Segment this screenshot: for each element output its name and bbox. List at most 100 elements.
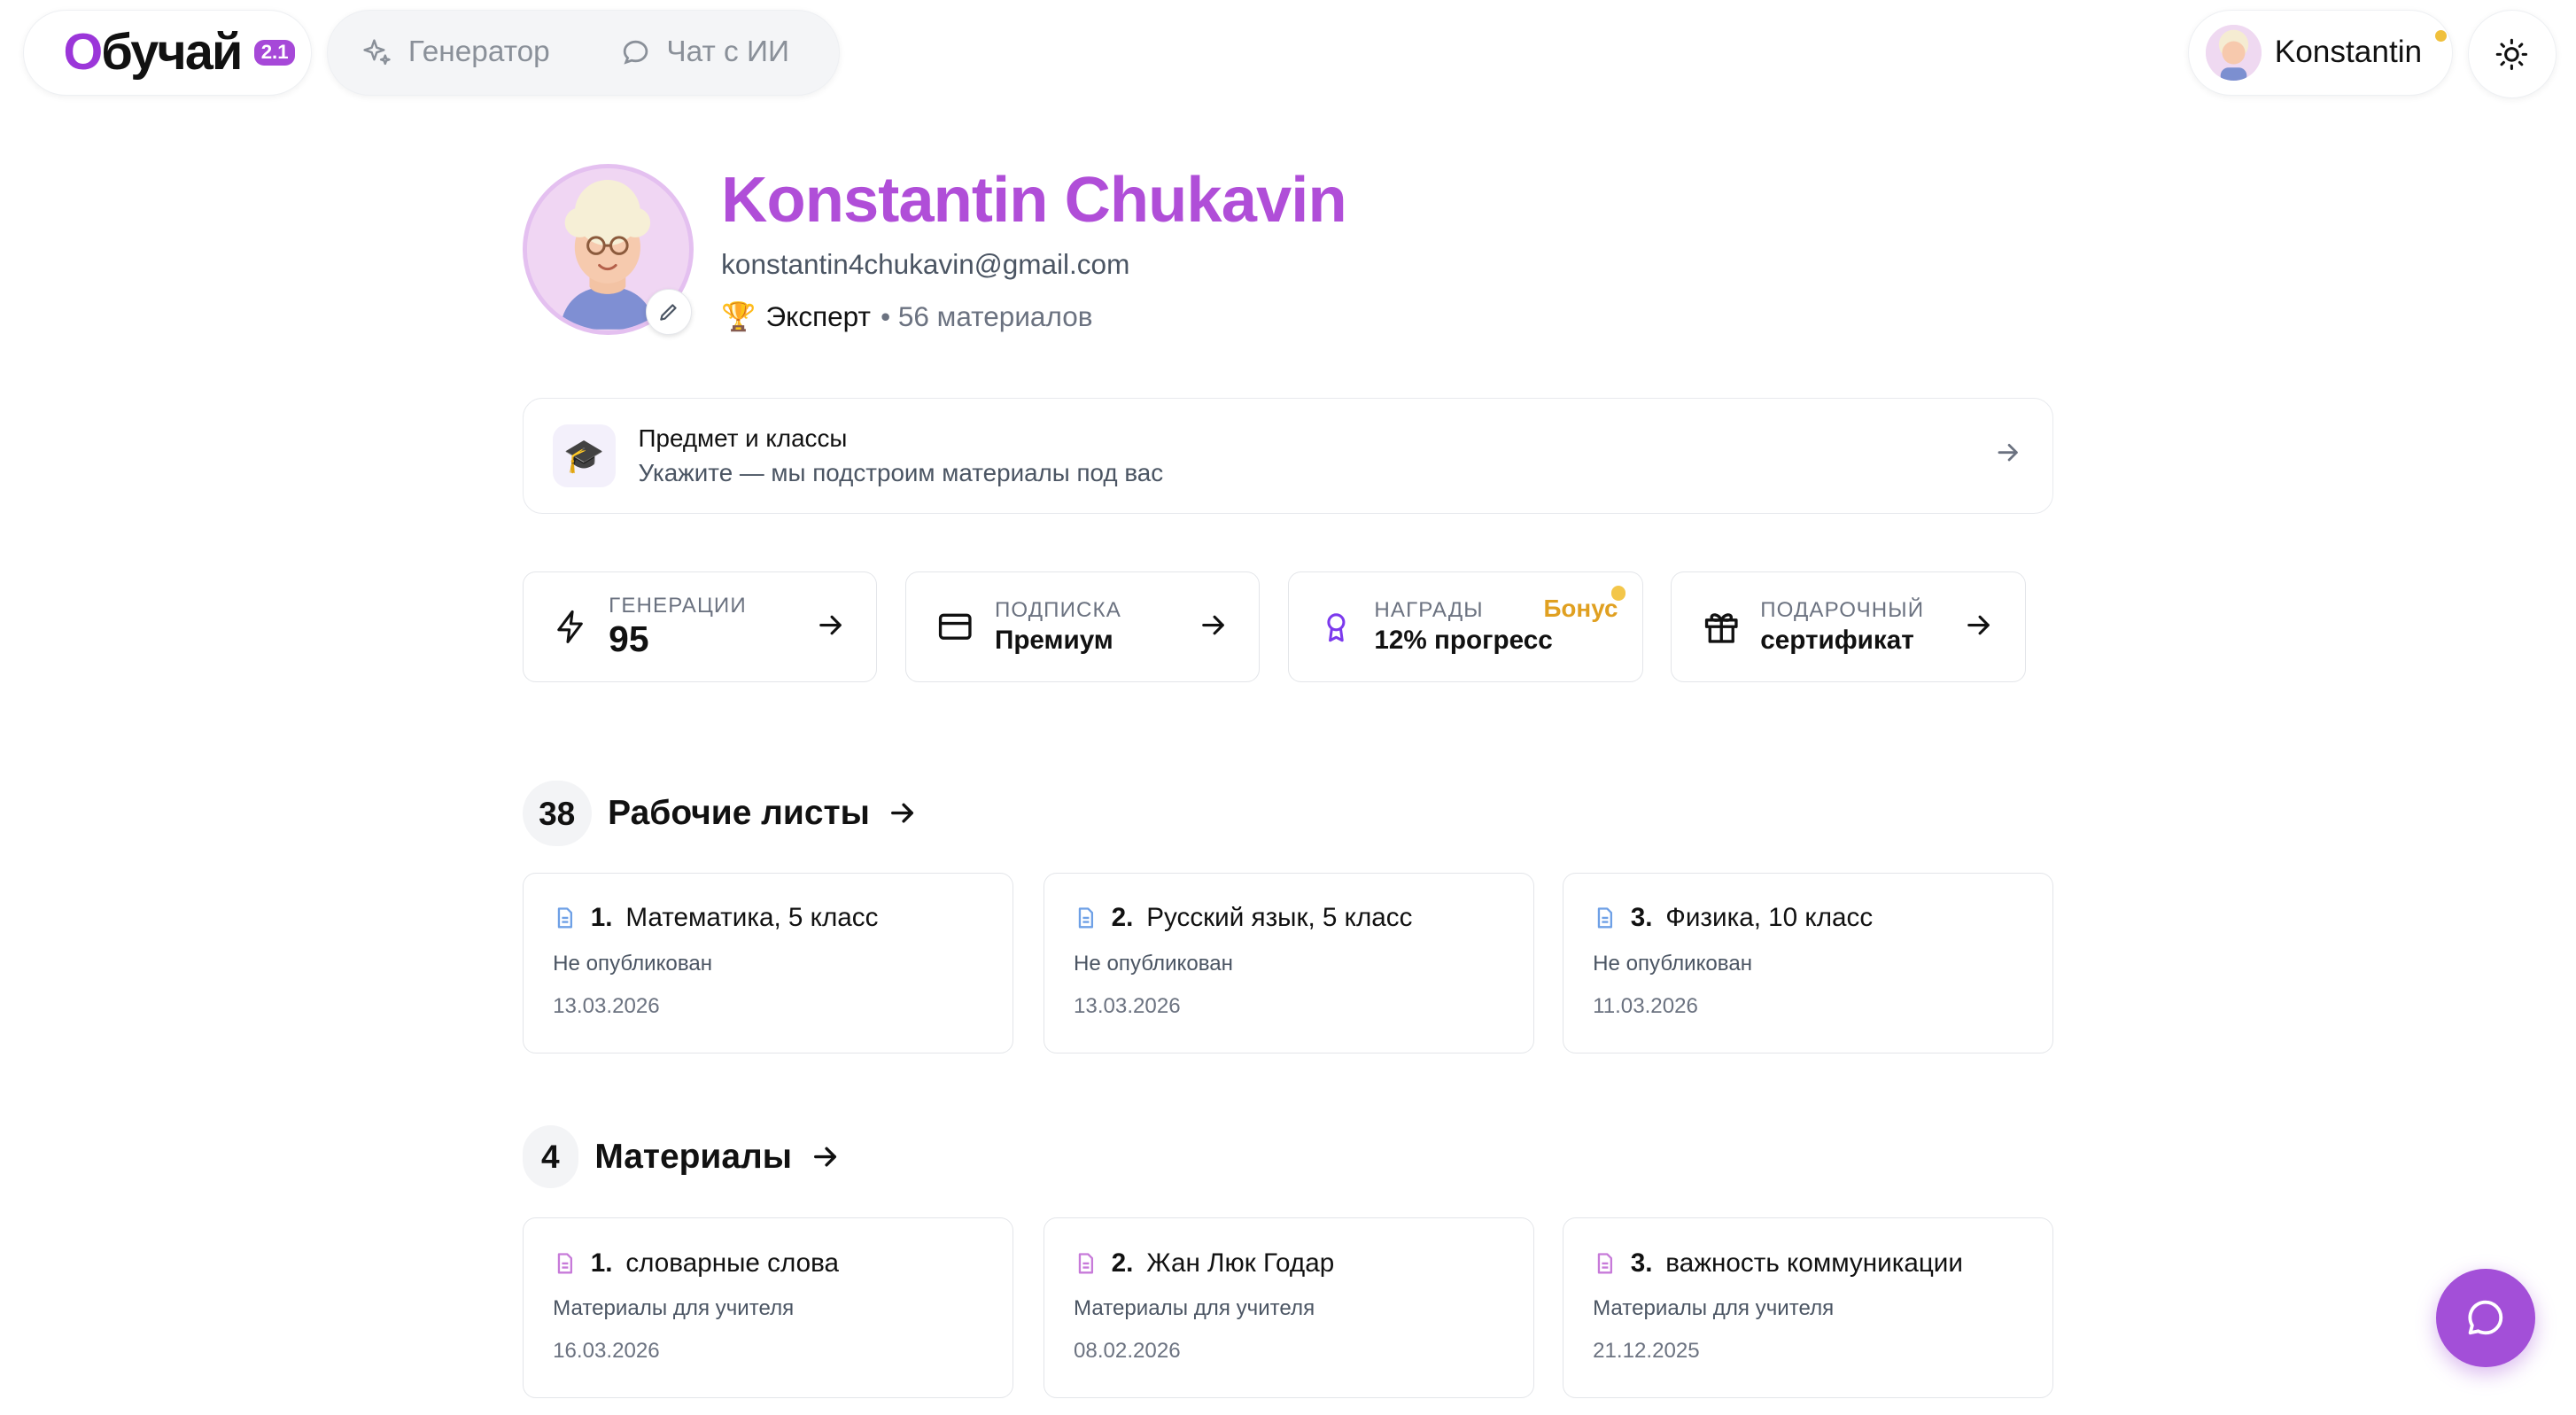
- stat-gift-certificate[interactable]: ПОДАРОЧНЫЙ сертификат: [1671, 571, 2026, 682]
- subject-card-title: Предмет и классы: [638, 424, 848, 452]
- materials-section-header[interactable]: 4 Материалы: [522, 1125, 842, 1188]
- worksheets-card[interactable]: 3. Физика, 10 класс Не опубликован 11.03.20…: [1562, 872, 2054, 1053]
- stat-value: сертификат: [1760, 626, 1914, 656]
- materials-card[interactable]: 1. словарные слова Материалы для учителя 16…: [522, 1217, 1014, 1399]
- worksheets-card[interactable]: 2. Русский язык, 5 класс Не опубликован 13.…: [1043, 872, 1535, 1053]
- card-name: Математика, 5 класс: [625, 903, 879, 933]
- card-date: 08.02.2026: [1074, 1339, 1181, 1364]
- card-date: 21.12.2025: [1593, 1339, 1700, 1364]
- sun-icon: [2495, 38, 2528, 70]
- stat-subscription[interactable]: ПОДПИСКА Премиум: [904, 571, 1261, 682]
- materials-card[interactable]: 3. важность коммуникации Материалы для учи…: [1562, 1217, 2054, 1399]
- card-date: 11.03.2026: [1593, 993, 1698, 1018]
- card-title: 1. словарные слова: [553, 1248, 983, 1279]
- card-name: важность коммуникации: [1665, 1248, 1963, 1278]
- card-status: Материалы для учителя: [553, 1296, 795, 1321]
- profile-email: konstantin4chukavin@gmail.com: [721, 248, 1130, 281]
- rank-level: Эксперт: [765, 300, 871, 333]
- chat-support-button[interactable]: [2436, 1268, 2535, 1368]
- materials-card[interactable]: 2. Жан Люк Годар Материалы для учителя 08.0…: [1043, 1217, 1535, 1399]
- document-icon: [1078, 1253, 1094, 1274]
- document-icon: [557, 1253, 573, 1274]
- card-number: 1.: [590, 903, 613, 933]
- stat-awards[interactable]: НАГРАДЫ 12% прогресс Бонус: [1288, 571, 1643, 682]
- stat-value: 12% прогресс: [1374, 626, 1553, 656]
- card-title: 2. Русский язык, 5 класс: [1074, 903, 1504, 933]
- card-status: Материалы для учителя: [1074, 1296, 1315, 1321]
- card-status: Не опубликован: [1074, 951, 1233, 976]
- worksheets-section-header[interactable]: 38 Рабочие листы: [522, 780, 919, 847]
- stat-value: Премиум: [995, 626, 1113, 656]
- card-number: 3.: [1630, 903, 1653, 933]
- arrow-right-icon: [1967, 615, 1990, 635]
- card-status: Не опубликован: [1593, 951, 1753, 976]
- document-icon: [1597, 1253, 1613, 1274]
- logo-text: Обучай: [63, 24, 243, 82]
- nav-generator-label: Генератор: [407, 35, 550, 69]
- notification-dot: [2435, 30, 2448, 43]
- chat-bubble-icon: [2468, 1301, 2503, 1335]
- card-name: Физика, 10 класс: [1665, 903, 1874, 933]
- avatar: [2205, 24, 2262, 81]
- document-icon: [1078, 907, 1094, 929]
- graduation-cap-icon: 🎓: [553, 424, 616, 487]
- arrow-right-icon: [813, 1147, 836, 1167]
- subject-card-subtitle: Укажите — мы подстроим материалы под вас: [638, 459, 1164, 487]
- card-name: Русский язык, 5 класс: [1146, 903, 1413, 933]
- materials-title: Материалы: [594, 1137, 792, 1176]
- document-icon: [557, 907, 573, 929]
- card-number: 2.: [1111, 903, 1134, 933]
- stat-generations[interactable]: ГЕНЕРАЦИИ 95: [522, 571, 878, 682]
- document-icon: [1597, 907, 1613, 929]
- subject-classes-card[interactable]: 🎓 Предмет и классы Укажите — мы подстрои…: [522, 397, 2054, 515]
- nav-ai-chat-label: Чат с ИИ: [666, 35, 789, 69]
- user-menu[interactable]: Konstantin: [2188, 10, 2453, 96]
- sparkle-icon: [363, 39, 391, 65]
- stat-label: ПОДПИСКА: [995, 597, 1121, 622]
- pencil-icon: [660, 304, 677, 322]
- chat-bubble-icon: [623, 40, 648, 65]
- bonus-dot: [1610, 586, 1626, 601]
- card-status: Материалы для учителя: [1593, 1296, 1835, 1321]
- worksheets-count: 38: [522, 780, 592, 847]
- card-title: 3. важность коммуникации: [1593, 1248, 2023, 1279]
- profile-name: Konstantin Chukavin: [721, 165, 1346, 237]
- trophy-icon: 🏆: [721, 300, 757, 333]
- card-number: 2.: [1111, 1248, 1134, 1278]
- bonus-badge: Бонус: [1543, 594, 1618, 622]
- nav-generator[interactable]: Генератор: [361, 35, 550, 69]
- card-title: 3. Физика, 10 класс: [1593, 903, 2023, 933]
- card-title: 2. Жан Люк Годар: [1074, 1248, 1504, 1279]
- worksheets-title: Рабочие листы: [608, 794, 870, 832]
- worksheets-card[interactable]: 1. Математика, 5 класс Не опубликован 13.03…: [522, 872, 1014, 1053]
- version-badge: 2.1: [254, 39, 296, 66]
- card-name: Жан Люк Годар: [1146, 1248, 1335, 1278]
- user-name: Konstantin: [2274, 35, 2423, 70]
- stat-label: ПОДАРОЧНЫЙ: [1760, 597, 1925, 622]
- stat-label: НАГРАДЫ: [1374, 597, 1484, 622]
- card-title: 1. Математика, 5 класс: [553, 903, 983, 933]
- card-date: 13.03.2026: [553, 993, 660, 1018]
- top-nav: Генератор Чат с ИИ: [327, 10, 840, 96]
- arrow-right-icon: [1202, 615, 1224, 635]
- card-date: 16.03.2026: [553, 1339, 660, 1364]
- card-name: словарные слова: [625, 1248, 839, 1278]
- theme-toggle-button[interactable]: [2467, 10, 2557, 99]
- card-number: 1.: [590, 1248, 613, 1278]
- logo[interactable]: Обучай 2.1: [22, 10, 313, 96]
- profile-rank: 🏆 Эксперт • 56 материалов: [721, 300, 1092, 333]
- card-date: 13.03.2026: [1074, 993, 1181, 1018]
- edit-avatar-button[interactable]: [645, 289, 692, 336]
- nav-ai-chat[interactable]: Чат с ИИ: [619, 35, 789, 69]
- award-icon: [1327, 613, 1346, 642]
- materials-count: • 56 материалов: [881, 300, 1093, 333]
- gift-icon: [1704, 613, 1738, 643]
- stat-value: 95: [609, 618, 649, 660]
- arrow-right-icon: [819, 615, 842, 635]
- lightning-icon: [557, 610, 583, 644]
- arrow-right-icon: [1998, 444, 2019, 462]
- stat-label: ГЕНЕРАЦИИ: [609, 594, 747, 618]
- materials-count-badge: 4: [522, 1125, 578, 1188]
- arrow-right-icon: [891, 804, 914, 823]
- card-number: 3.: [1630, 1248, 1653, 1278]
